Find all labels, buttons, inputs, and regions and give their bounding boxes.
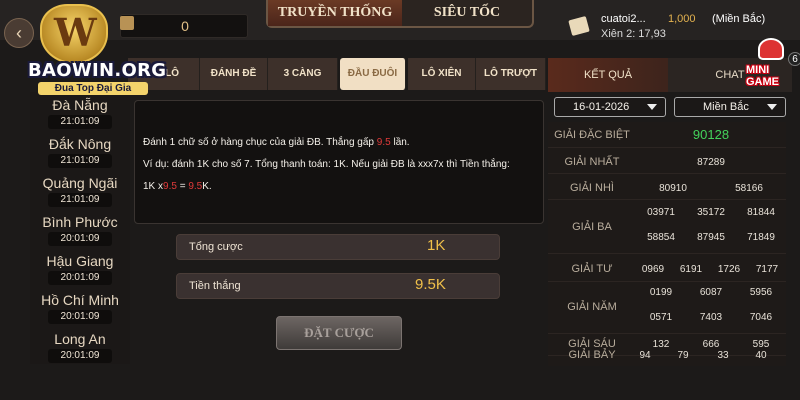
- mini-game-label: MINI GAME: [746, 64, 779, 88]
- table-row: GIẢI NĂM 0199 6087 5956 0571 7403 7046: [548, 282, 786, 334]
- mode-tabs: TRUYỀN THỐNG SIÊU TỐC: [266, 0, 534, 28]
- province-time: 21:01:09: [48, 154, 112, 168]
- prize-number: 58166: [735, 183, 763, 194]
- province-time: 21:01:09: [48, 193, 112, 207]
- prize-number: 0199: [649, 287, 673, 298]
- prize-label: GIẢI NHẤT: [564, 156, 620, 168]
- table-row: GIẢI NHÌ 80910 58166: [548, 174, 786, 200]
- province-name: Đắk Nông: [48, 136, 112, 152]
- prize-number: 03971: [647, 207, 675, 218]
- date-select[interactable]: 16-01-2026: [554, 97, 666, 117]
- province-item[interactable]: Hồ Chí Minh 20:01:09: [30, 289, 130, 328]
- prize-number: 7403: [699, 312, 723, 323]
- rule-line-3: 1K x9.5 = 9.5K.: [143, 181, 212, 192]
- prize-number: 0571: [649, 312, 673, 323]
- recent-bet-amount: 1,000: [668, 13, 696, 25]
- province-item[interactable]: Hậu Giang 20:01:09: [30, 250, 130, 289]
- province-time: 20:01:09: [48, 232, 112, 246]
- date-select-value: 16-01-2026: [573, 101, 630, 113]
- prize-number: 87945: [697, 232, 725, 243]
- province-name: Hậu Giang: [46, 253, 114, 269]
- prize-number: 87289: [697, 157, 725, 168]
- win-value: 9.5K: [415, 276, 446, 293]
- province-list: Đà Nẵng 21:01:09 Đắk Nông 21:01:09 Quảng…: [30, 92, 130, 364]
- province-time: 21:01:09: [48, 115, 112, 129]
- prize-number: 7046: [749, 312, 773, 323]
- province-name: Đà Nẵng: [52, 97, 108, 113]
- tab-dau-duoi[interactable]: ĐẦU ĐUÔI: [340, 58, 406, 90]
- province-item[interactable]: Quảng Ngãi 21:01:09: [30, 172, 130, 211]
- province-item[interactable]: Long An 20:01:09: [30, 328, 130, 367]
- balance-value: 0: [181, 18, 189, 34]
- province-item[interactable]: Đắk Nông 21:01:09: [30, 133, 130, 172]
- rule-line-2: Ví dụ: đánh 1K cho số 7. Tổng thanh toán…: [143, 159, 510, 170]
- tab-ket-qua[interactable]: KẾT QUẢ: [548, 58, 668, 92]
- prize-number: 90128: [692, 127, 730, 142]
- table-row: GIẢI BA 03971 35172 81844 58854 87945 71…: [548, 200, 786, 254]
- logo: W BAOWIN.ORG Đua Top Đại Gia: [28, 4, 167, 95]
- province-name: Quảng Ngãi: [42, 175, 118, 191]
- recent-bet-region: (Miền Bắc): [712, 13, 766, 25]
- table-row: GIẢI BẢY 94 79 33 40: [548, 348, 786, 366]
- prize-number: 5956: [749, 287, 773, 298]
- province-time: 20:01:09: [48, 349, 112, 363]
- tab-sieu-toc[interactable]: SIÊU TỐC: [402, 0, 532, 26]
- province-time: 20:01:09: [48, 271, 112, 285]
- prize-label: GIẢI BA: [572, 221, 612, 233]
- province-time: 20:01:09: [48, 310, 112, 324]
- total-bet-row: Tổng cược 1K: [176, 234, 500, 260]
- mini-game-button[interactable]: 6 MINI GAME: [744, 38, 800, 88]
- prize-number: 6087: [699, 287, 723, 298]
- prize-number: 35172: [697, 207, 725, 218]
- tab-3-cang[interactable]: 3 CÀNG: [268, 58, 338, 90]
- province-name: Hồ Chí Minh: [41, 292, 119, 308]
- region-select-value: Miền Bắc: [703, 101, 749, 113]
- province-item[interactable]: Bình Phước 20:01:09: [30, 211, 130, 250]
- total-bet-value: 1K: [427, 237, 446, 254]
- prize-number: 81844: [747, 207, 775, 218]
- prize-label: GIẢI NHÌ: [569, 182, 614, 194]
- rule-description: Đánh 1 chữ số ở hàng chục của giải ĐB. T…: [134, 100, 544, 224]
- prize-label: GIẢI ĐẶC BIỆT: [554, 129, 630, 141]
- win-label: Tiền thắng: [189, 280, 241, 292]
- province-item[interactable]: Đà Nẵng 21:01:09: [30, 94, 130, 133]
- total-bet-label: Tổng cược: [189, 241, 243, 253]
- place-bet-button[interactable]: ĐẶT CƯỢC: [276, 316, 402, 350]
- prize-label: GIẢI TƯ: [571, 263, 613, 275]
- tab-lo-truot[interactable]: LÔ TRƯỢT: [476, 58, 546, 90]
- chevron-left-icon: ‹: [16, 23, 22, 43]
- province-name: Long An: [54, 331, 106, 347]
- prize-number: 40: [755, 350, 767, 361]
- win-row: Tiền thắng 9.5K: [176, 273, 500, 299]
- province-name: Bình Phước: [42, 214, 118, 230]
- santa-hat-icon: [758, 38, 784, 60]
- tab-danh-de[interactable]: ĐÁNH ĐỀ: [200, 58, 268, 90]
- dropdown-arrow-icon: [647, 104, 657, 110]
- prize-number: 58854: [647, 232, 675, 243]
- logo-wordmark: BAOWIN.ORG: [28, 60, 167, 81]
- table-row: GIẢI NHẤT 87289: [548, 148, 786, 174]
- tab-truyen-thong[interactable]: TRUYỀN THỐNG: [268, 0, 402, 26]
- table-row: GIẢI ĐẶC BIỆT 90128: [548, 122, 786, 148]
- prize-label: GIẢI NĂM: [567, 301, 617, 313]
- prize-number: 71849: [747, 232, 775, 243]
- game-type-tabs: NH LÔ ĐÁNH ĐỀ 3 CÀNG ĐẦU ĐUÔI LÔ XIÊN LÔ…: [128, 58, 548, 90]
- rule-line-1: Đánh 1 chữ số ở hàng chục của giải ĐB. T…: [143, 137, 410, 148]
- dropdown-arrow-icon: [767, 104, 777, 110]
- tab-lo-xien[interactable]: LÔ XIÊN: [408, 58, 476, 90]
- recent-bet-user: cuatoi2...: [601, 13, 646, 25]
- prize-number: 7177: [755, 264, 779, 275]
- results-table: GIẢI ĐẶC BIỆT 90128 GIẢI NHẤT 87289 GIẢI…: [548, 122, 786, 366]
- region-select[interactable]: Miền Bắc: [674, 97, 786, 117]
- logo-w-mark: W: [54, 10, 97, 55]
- logo-slogan: Đua Top Đại Gia: [38, 82, 148, 95]
- prize-number: 80910: [659, 183, 687, 194]
- table-row: GIẢI TƯ 0969 6191 1726 7177: [548, 254, 786, 282]
- recent-bet-detail: Xiên 2: 17,93: [601, 28, 666, 40]
